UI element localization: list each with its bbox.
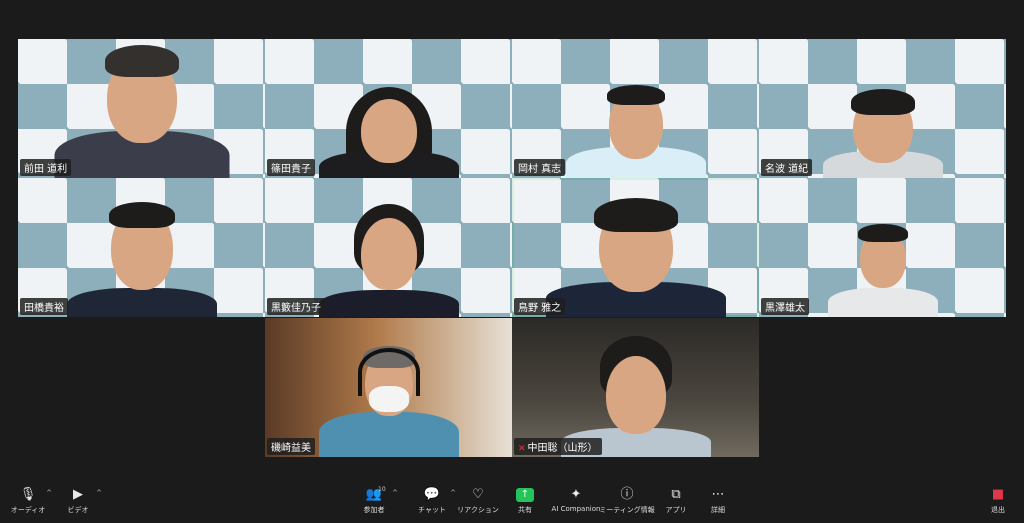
camera-icon: ▶ [73,487,83,502]
video-tile[interactable]: 田橋貴裕 [18,178,265,317]
person-body [318,290,459,317]
person-head [605,356,666,434]
participant-name: 前田 道利 [20,159,72,176]
participant-name: 田橋貴裕 [20,298,68,315]
person-hair [606,85,665,105]
participants-button[interactable]: 👥 10 ^ 参加者 [344,483,404,515]
microphone-icon: 🎙 [19,487,37,502]
video-label: ビデオ [67,506,89,514]
heart-icon: ♡ [472,487,484,502]
person-hair [108,202,175,228]
person-head [360,218,417,290]
apps-icon: ⧉ [671,487,681,502]
participant-name: 篠田貴子 [267,159,315,176]
share-label: 共有 [518,506,532,514]
chevron-up-icon[interactable]: ^ [96,489,102,497]
participant-name: 黒籔佳乃子 [267,298,325,315]
video-tile[interactable]: 名波 道紀 [759,39,1006,178]
video-button[interactable]: ▶ ^ ビデオ [48,483,108,515]
reactions-label: リアクション [457,506,499,514]
info-icon: ⓘ [620,487,634,502]
chat-bubble-icon: 💬 [423,487,441,502]
chevron-up-icon[interactable]: ^ [392,489,398,497]
ai-companion-label: AI Companion [551,505,601,513]
leave-icon: ■ [991,487,1005,502]
participant-name: 岡村 真志 [514,159,566,176]
leave-label: 退出 [991,506,1005,514]
video-tile[interactable]: 岡村 真志 [512,39,759,178]
video-tile[interactable]: 黒澤雄太 [759,178,1006,317]
apps-label: アプリ [665,506,687,514]
gallery-grid: 前田 道利 篠田貴子 岡村 真志 名波 道紀 田橋貴裕 黒籔佳乃子 鳥野 雅之 … [18,39,1006,317]
video-tile[interactable]: 前田 道利 [18,39,265,178]
audio-label: オーディオ [10,506,46,514]
person-head [360,99,417,163]
muted-mic-icon: ✕ [518,444,526,454]
leave-button[interactable]: ■ 退出 [968,483,1024,515]
headphones-icon [357,348,420,396]
more-label: 詳細 [711,506,725,514]
chat-label: チャット [418,506,446,514]
sparkle-icon: ✦ [570,487,582,502]
person-hair [104,45,179,77]
person-body [827,288,938,317]
share-screen-icon: ↑ [516,488,534,502]
participant-name-text: 中田聡（山形） [527,443,598,454]
participant-name: 鳥野 雅之 [514,298,566,315]
more-dots-icon: ⋯ [711,487,725,502]
participants-label: 参加者 [363,506,385,514]
participant-name: 黒澤雄太 [761,298,809,315]
meeting-toolbar: 🎙 ^ オーディオ ▶ ^ ビデオ 👥 10 ^ 参加者 💬 ^ チャット ♡ … [0,483,1024,523]
participants-count: 10 [378,486,386,493]
participant-name: 名波 道紀 [761,159,813,176]
person-hair [850,89,915,115]
person-body [318,412,459,457]
person-hair [857,224,908,242]
video-tile-active-speaker[interactable]: 鳥野 雅之 [512,178,759,317]
video-tile[interactable]: ✕ 中田聡（山形） [512,318,759,457]
video-tile[interactable]: 磯崎益美 [265,318,512,457]
video-tile[interactable]: 篠田貴子 [265,39,512,178]
person-hair [593,198,678,232]
participant-name: 磯崎益美 [267,438,315,455]
more-button[interactable]: ⋯ 詳細 [688,483,748,515]
person-body [66,288,217,317]
video-tile[interactable]: 黒籔佳乃子 [265,178,512,317]
participant-name: ✕ 中田聡（山形） [514,438,602,455]
